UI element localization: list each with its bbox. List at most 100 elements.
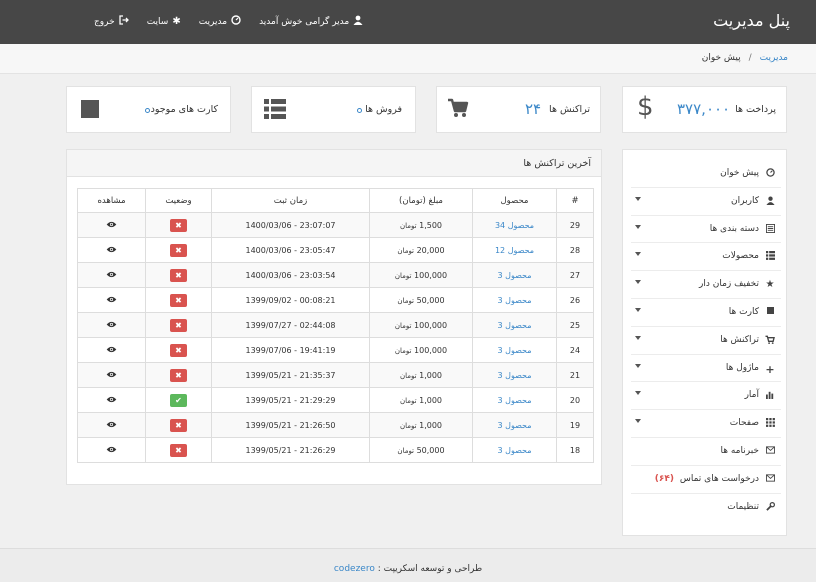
envelope-icon [765, 474, 775, 485]
logout-link[interactable]: خروج [94, 15, 129, 28]
sidebar-item[interactable]: پیش خوان [631, 160, 781, 188]
table-row: 19 محصول 3 1,000 تومان 1399/05/21 - 21:26:5… [77, 412, 594, 438]
sidebar-item-label: آمار [744, 390, 759, 401]
site-link[interactable]: ✱ سایت [147, 15, 181, 28]
row-product-cell: محصول 3 [472, 412, 557, 438]
sidebar-item[interactable]: محصولات [631, 243, 781, 272]
status-fail-icon[interactable]: ✖ [170, 443, 187, 457]
product-link[interactable]: محصول 12 [495, 246, 534, 255]
top-navbar: پنل مدیریت مدیر گرامی خوش آمدید مدیریت ✱… [0, 0, 816, 44]
breadcrumb-home-link[interactable]: مدیریت [760, 53, 788, 63]
table-row: 28 محصول 12 20,000 تومان 1400/03/06 - 23:05… [77, 237, 594, 263]
row-amount-cell: 50,000 تومان [369, 437, 473, 463]
row-id: 24 [556, 337, 594, 363]
latest-transactions-panel: آخرین تراکنش ها # محصول مبلغ (تومان) زما… [66, 149, 602, 485]
sidebar-item[interactable]: درخواست های تماس (۶۴) [631, 466, 781, 494]
col-header-view: مشاهده [77, 188, 146, 213]
eye-icon[interactable] [106, 346, 117, 355]
product-link[interactable]: محصول 3 [498, 271, 532, 280]
row-amount-cell: 1,000 تومان [369, 387, 473, 413]
product-link[interactable]: محصول 3 [498, 396, 532, 405]
cart-icon [765, 335, 775, 347]
product-link[interactable]: محصول 34 [495, 221, 534, 230]
amount-value: 20,000 [416, 245, 445, 255]
sidebar-item[interactable]: خبرنامه ها [631, 438, 781, 466]
star-icon: ★ [765, 279, 775, 291]
sidebar-item[interactable]: تنظیمات [631, 494, 781, 522]
transactions-value: ۲۴ [525, 100, 542, 118]
amount-unit: تومان [399, 221, 417, 230]
row-product-cell: محصول 3 [472, 312, 557, 338]
status-ok-icon[interactable]: ✔ [170, 393, 187, 407]
eye-icon[interactable] [106, 371, 117, 380]
sidebar-item[interactable]: تراکنش ها [631, 327, 781, 355]
footer-brand-link[interactable]: codezero [334, 564, 375, 574]
row-product-cell: محصول 3 [472, 287, 557, 313]
eye-icon[interactable] [106, 421, 117, 430]
eye-icon[interactable] [106, 246, 117, 255]
eye-icon[interactable] [106, 396, 117, 405]
product-link[interactable]: محصول 3 [498, 371, 532, 380]
breadcrumb-bar: مدیریت / پیش خوان [0, 44, 816, 74]
sidebar-item[interactable]: کارت ها [631, 299, 781, 327]
eye-icon[interactable] [106, 221, 117, 230]
sidebar-item[interactable]: ★ تخفیف زمان دار [631, 271, 781, 299]
breadcrumb-current: پیش خوان [701, 53, 741, 63]
eye-icon[interactable] [106, 321, 117, 330]
status-fail-icon[interactable]: ✖ [170, 293, 187, 307]
row-amount-cell: 50,000 تومان [369, 287, 473, 313]
th-list-icon [765, 251, 775, 263]
product-link[interactable]: محصول 3 [498, 346, 532, 355]
row-product-cell: محصول 3 [472, 362, 557, 388]
welcome-user-link[interactable]: مدیر گرامی خوش آمدید [259, 15, 363, 28]
amount-unit: تومان [394, 346, 412, 355]
product-link[interactable]: محصول 3 [498, 446, 532, 455]
row-time: 1399/07/27 - 02:44:08 [211, 312, 370, 338]
sidebar-item[interactable]: کاربران [631, 188, 781, 216]
status-fail-icon[interactable]: ✖ [170, 418, 187, 432]
row-view-cell [77, 237, 146, 263]
chevron-down-icon [635, 280, 641, 285]
dashboard-icon [231, 15, 241, 28]
status-fail-icon[interactable]: ✖ [170, 218, 187, 232]
status-fail-icon[interactable]: ✖ [170, 368, 187, 382]
app-title[interactable]: پنل مدیریت [713, 11, 790, 30]
table-row: 21 محصول 3 1,000 تومان 1399/05/21 - 21:35:3… [77, 362, 594, 388]
row-view-cell [77, 362, 146, 388]
status-fail-icon[interactable]: ✖ [170, 243, 187, 257]
eye-icon[interactable] [106, 271, 117, 280]
table-row: 25 محصول 3 100,000 تومان 1399/07/27 - 02:44… [77, 312, 594, 338]
sidebar-item-label: محصولات [722, 251, 759, 262]
amount-value: 50,000 [416, 295, 445, 305]
site-label: سایت [146, 16, 169, 27]
transactions-card[interactable]: تراکنش ها ۲۴ [436, 86, 601, 133]
sales-card[interactable]: فروش ها [251, 86, 416, 133]
amount-unit: تومان [397, 446, 415, 455]
row-status-cell: ✖ [145, 212, 212, 238]
admin-link[interactable]: مدیریت [199, 15, 241, 28]
amount-value: 50,000 [416, 445, 445, 455]
eye-icon[interactable] [106, 296, 117, 305]
row-id: 25 [556, 312, 594, 338]
status-fail-icon[interactable]: ✖ [170, 268, 187, 282]
sidebar-item[interactable]: + ماژول ها [631, 355, 781, 383]
chevron-down-icon [635, 391, 641, 396]
product-link[interactable]: محصول 3 [498, 296, 532, 305]
sidebar-item[interactable]: صفحات [631, 410, 781, 438]
sidebar-item[interactable]: آمار [631, 382, 781, 411]
status-fail-icon[interactable]: ✖ [170, 343, 187, 357]
sidebar-item[interactable]: دسته بندی ها [631, 216, 781, 244]
status-fail-icon[interactable]: ✖ [170, 318, 187, 332]
payments-card[interactable]: پرداخت ها ۳۷۷,۰۰۰ $ [622, 86, 787, 133]
asterisk-icon: ✱ [172, 16, 181, 27]
dollar-icon: $ [637, 92, 654, 122]
product-link[interactable]: محصول 3 [498, 421, 532, 430]
chevron-down-icon [635, 363, 641, 368]
col-header-product: محصول [472, 188, 557, 213]
row-time: 1399/05/21 - 21:26:29 [211, 437, 370, 463]
table-row: 29 محصول 34 1,500 تومان 1400/03/06 - 23:07:… [77, 212, 594, 238]
product-link[interactable]: محصول 3 [498, 321, 532, 330]
wrench-icon [765, 501, 775, 514]
eye-icon[interactable] [106, 446, 117, 455]
cards-card[interactable]: کارت های موجود [66, 86, 231, 133]
